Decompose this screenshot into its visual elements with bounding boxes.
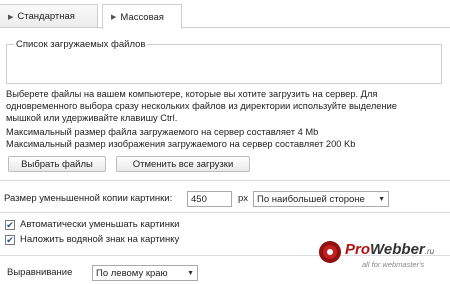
tab-arrow-icon: ▶ <box>111 14 117 21</box>
tab-mass[interactable]: ▶ Массовая <box>102 4 182 29</box>
prowebber-tagline: all for webmaster's <box>362 260 425 269</box>
prowebber-logo-icon <box>319 241 341 263</box>
align-select[interactable]: По левому краю ▼ <box>92 265 198 281</box>
limits: Максимальный размер файла загружаемого н… <box>6 126 446 150</box>
thumb-mode-value: По наибольшей стороне <box>257 193 365 205</box>
prowebber-watermark: ProWebber.ru all for webmaster's <box>318 240 446 274</box>
max-image-size-text: Максимальный размер изображения загружае… <box>6 139 356 149</box>
tab-mass-label: Массовая <box>120 11 164 23</box>
prowebber-wordmark: ProWebber.ru <box>345 241 435 258</box>
chevron-down-icon: ▼ <box>378 195 385 203</box>
tab-standard-label: Стандартная <box>17 11 75 22</box>
thumb-size-unit: px <box>238 193 249 204</box>
check-icon: ✔ <box>6 234 14 245</box>
instructions: Выберете файлы на вашем компьютере, кото… <box>6 88 446 124</box>
watermark-checkbox[interactable]: ✔ <box>5 235 15 245</box>
thumb-mode-select[interactable]: По наибольшей стороне ▼ <box>253 191 389 207</box>
thumb-size-label: Размер уменьшенной копии картинки: <box>4 193 173 204</box>
choose-files-button[interactable]: Выбрать файлы <box>8 156 106 172</box>
cancel-all-uploads-button[interactable]: Отменить все загрузки <box>116 156 250 172</box>
auto-resize-label: Автоматически уменьшать картинки <box>20 219 180 230</box>
instructions-line: мышкой или удерживайте клавишу Ctrl. <box>6 113 178 123</box>
divider <box>0 180 450 181</box>
file-list-legend: Список загружаемых файлов <box>14 39 148 50</box>
thumb-size-input[interactable] <box>187 191 232 207</box>
instructions-line: одновременного выбора сразу нескольких ф… <box>6 101 397 111</box>
chevron-down-icon: ▼ <box>187 269 194 277</box>
tab-standard[interactable]: ▶ Стандартная <box>0 4 98 28</box>
max-file-size-text: Максимальный размер файла загружаемого н… <box>6 127 319 137</box>
auto-resize-checkbox[interactable]: ✔ <box>5 220 15 230</box>
align-label: Выравнивание <box>7 267 73 278</box>
align-value: По левому краю <box>96 267 168 279</box>
check-icon: ✔ <box>6 219 14 230</box>
file-list-box <box>6 44 442 84</box>
tab-arrow-icon: ▶ <box>8 13 14 21</box>
divider <box>0 212 450 213</box>
tab-bar: ▶ Стандартная ▶ Массовая <box>0 0 450 29</box>
instructions-line: Выберете файлы на вашем компьютере, кото… <box>6 89 378 99</box>
watermark-label: Наложить водяной знак на картинку <box>20 234 180 245</box>
